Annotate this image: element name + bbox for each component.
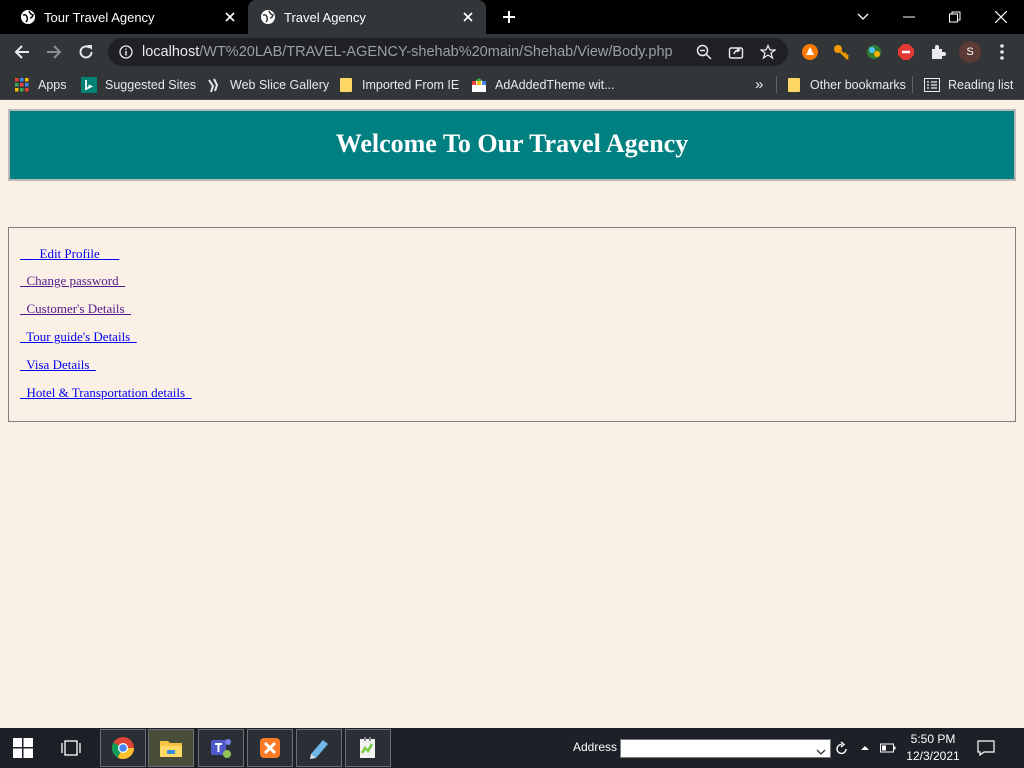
tab-search-chevron-icon[interactable] (840, 0, 886, 34)
restore-icon[interactable] (932, 0, 978, 34)
minimize-icon[interactable] (886, 0, 932, 34)
bookmark-label: AdAddedTheme wit... (495, 77, 615, 92)
globe-icon (260, 9, 276, 25)
address-bar[interactable]: localhost/WT%20LAB/TRAVEL-AGENCY-shehab%… (108, 38, 788, 66)
page-title: Welcome To Our Travel Agency (335, 129, 689, 158)
bookmark-suggested-sites[interactable]: Suggested Sites (81, 70, 196, 99)
back-arrow-icon[interactable] (10, 40, 34, 64)
extension-adblock-icon[interactable] (895, 41, 917, 63)
bookmark-label: Suggested Sites (105, 77, 197, 92)
bookmark-adaddedtheme[interactable]: AdAddedTheme wit... (471, 70, 615, 99)
chevron-down-icon[interactable] (816, 743, 826, 761)
hotel-transportation-details-link[interactable]: Hotel & Transportation details (20, 385, 192, 401)
tab-strip: Tour Travel Agency Travel Agency (0, 0, 1024, 34)
taskbar-address-label: Address (573, 740, 618, 754)
bookmarks-overflow-chevron[interactable]: » (755, 70, 763, 99)
tab-title: Tour Travel Agency (44, 9, 155, 25)
bookmark-star-icon[interactable] (756, 40, 780, 64)
windows-start-icon[interactable] (0, 728, 46, 768)
extension-avast-icon[interactable] (799, 41, 821, 63)
extensions-puzzle-icon[interactable] (927, 41, 949, 63)
profile-avatar[interactable]: S (959, 41, 981, 63)
tray-expand-icon[interactable] (855, 728, 875, 768)
forward-arrow-icon[interactable] (42, 40, 66, 64)
tab-title: Travel Agency (284, 9, 366, 25)
close-icon[interactable] (222, 9, 238, 25)
bookmark-label: Web Slice Gallery (230, 77, 330, 92)
window-close-icon[interactable] (978, 0, 1024, 34)
bookmark-separator (776, 76, 777, 93)
reload-icon[interactable] (74, 40, 98, 64)
bookmark-separator (912, 76, 913, 93)
tab-travel-agency[interactable]: Travel Agency (248, 0, 486, 34)
folder-icon (786, 77, 802, 93)
theme-icon (471, 77, 487, 93)
taskbar-address-go-icon[interactable] (832, 728, 852, 768)
url-text[interactable]: localhost/WT%20LAB/TRAVEL-AGENCY-shehab%… (142, 44, 692, 60)
taskbar-clock[interactable]: 5:50 PM 12/3/2021 (898, 731, 968, 765)
taskbar-teams-icon[interactable] (198, 729, 244, 767)
tour-guides-details-link[interactable]: Tour guide's Details (20, 329, 137, 345)
task-view-icon[interactable] (48, 728, 94, 768)
clock-date: 12/3/2021 (906, 749, 960, 763)
bing-icon (81, 76, 97, 93)
bookmark-label: Imported From IE (362, 77, 460, 92)
bookmark-label: Other bookmarks (810, 77, 906, 92)
change-password-link[interactable]: Change password (20, 273, 125, 289)
apps-grid-icon (14, 77, 30, 93)
tab-tour-travel-agency[interactable]: Tour Travel Agency (0, 0, 248, 34)
customers-details-link[interactable]: Customer's Details (20, 301, 131, 317)
reading-list-button[interactable]: Reading list (924, 70, 1013, 99)
edit-profile-link[interactable]: Edit Profile (20, 246, 119, 262)
taskbar-address-input[interactable] (620, 739, 831, 758)
zoom-icon[interactable] (692, 40, 716, 64)
visa-details-link[interactable]: Visa Details (20, 357, 96, 373)
close-icon[interactable] (460, 9, 476, 25)
extension-globe-icon[interactable] (863, 41, 885, 63)
globe-icon (20, 9, 36, 25)
url-path: /WT%20LAB/TRAVEL-AGENCY-shehab%20main/Sh… (199, 44, 673, 60)
notification-icon[interactable] (974, 728, 998, 768)
info-icon[interactable] (118, 44, 134, 60)
extension-key-icon[interactable] (830, 41, 852, 63)
url-host: localhost (142, 44, 200, 60)
reading-list-label: Reading list (948, 77, 1014, 92)
bookmark-web-slice-gallery[interactable]: Web Slice Gallery (206, 70, 329, 99)
new-tab-plus-icon[interactable] (500, 8, 518, 26)
page-header: Welcome To Our Travel Agency (8, 109, 1016, 181)
taskbar-chrome-icon[interactable] (100, 729, 146, 767)
browser-toolbar: localhost/WT%20LAB/TRAVEL-AGENCY-shehab%… (0, 34, 1024, 70)
folder-icon (338, 77, 354, 93)
profile-initial: S (966, 46, 974, 58)
bookmark-apps[interactable]: Apps (14, 70, 67, 99)
share-icon[interactable] (724, 40, 748, 64)
page-content: Welcome To Our Travel Agency Edit Profil… (0, 100, 1024, 728)
taskbar-notepadplusplus-icon[interactable] (345, 729, 391, 767)
bookmark-imported-from-ie[interactable]: Imported From IE (338, 70, 459, 99)
reading-list-icon (924, 77, 940, 93)
taskbar-notepad-icon[interactable] (296, 729, 342, 767)
taskbar-xampp-icon[interactable] (247, 729, 293, 767)
navigation-menu: Edit Profile Change password Customer's … (8, 227, 1016, 422)
clock-time: 5:50 PM (910, 732, 956, 746)
bookmark-label: Apps (38, 77, 67, 92)
bookmark-other-bookmarks[interactable]: Other bookmarks (786, 70, 906, 99)
windows-taskbar: Address 5:50 PM 12/3/2021 (0, 728, 1024, 768)
battery-icon[interactable] (876, 728, 900, 768)
bookmarks-bar: Apps Suggested Sites Web Slice Gallery I… (0, 70, 1024, 100)
web-slice-icon (206, 77, 222, 93)
chrome-menu-icon[interactable] (991, 41, 1013, 63)
taskbar-file-explorer-icon[interactable] (148, 729, 194, 767)
